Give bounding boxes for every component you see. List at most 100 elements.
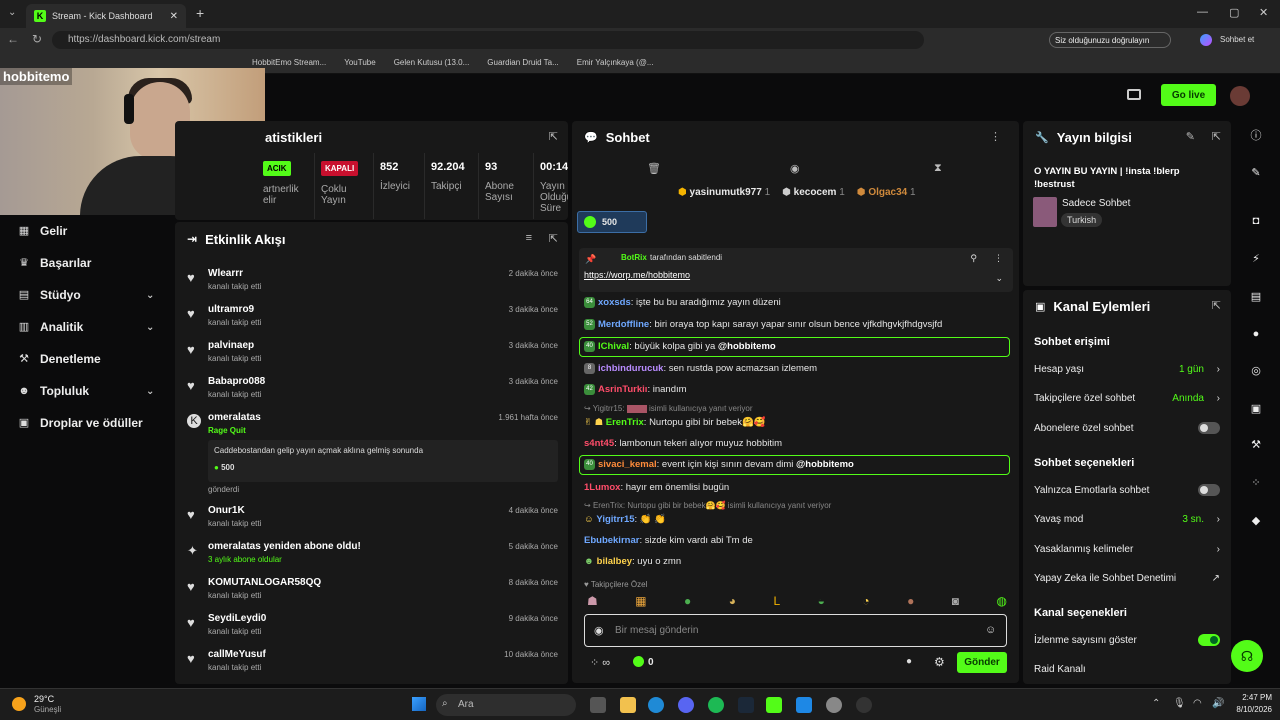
followers-only-row[interactable]: Takipçilere özel sohbet Anında › <box>1034 393 1222 404</box>
tab-list-icon[interactable]: ⌄ <box>8 7 16 18</box>
chat-username[interactable]: sivaci_kemal <box>598 459 657 470</box>
edge-icon[interactable] <box>648 697 664 713</box>
viewcount-toggle[interactable] <box>1198 634 1220 646</box>
emote-only-toggle[interactable] <box>1198 484 1220 496</box>
edit-icon[interactable]: ✎ <box>1249 166 1263 180</box>
cast-icon[interactable] <box>1127 89 1141 100</box>
popout-icon[interactable]: ⇱ <box>549 130 558 143</box>
gifter-item[interactable]: ⬢ Olgac34 1 <box>857 187 916 198</box>
chat-message-input[interactable]: Bir mesaj gönderin <box>584 614 1007 647</box>
pinned-link[interactable]: https://worp.me/hobbitemo <box>584 270 690 280</box>
spotify-icon[interactable] <box>708 697 724 713</box>
banned-words-row[interactable]: Yasaklanmış kelimeler › <box>1034 544 1222 555</box>
discord-icon[interactable] <box>678 697 694 713</box>
kicks-bar[interactable]: 500 <box>577 211 647 233</box>
trash-icon[interactable]: 🗑 <box>647 162 661 175</box>
sidebar-item-studio[interactable]: ▤ Stüdyo ⌄ <box>0 279 172 311</box>
gifter-item[interactable]: ⬢ yasinumutk977 1 <box>678 187 770 198</box>
go-live-button[interactable]: Go live <box>1161 84 1216 106</box>
camera-icon[interactable]: ◘ <box>1249 214 1263 228</box>
hourglass-icon[interactable]: ⧗ <box>934 162 942 175</box>
window-close-icon[interactable]: ✕ <box>1259 6 1268 19</box>
raid-row[interactable]: Raid Kanalı <box>1034 664 1222 675</box>
browser-tab-kick[interactable]: K Stream - Kick Dashboard ✕ <box>26 4 186 28</box>
tray-chevron-up-icon[interactable]: ⌃ <box>1152 698 1160 709</box>
bookmark-item[interactable]: Emir Yalçınkaya (@... <box>577 58 654 67</box>
more-options-icon[interactable]: ⋮ <box>990 130 1001 143</box>
weather-temp[interactable]: 29°C <box>34 694 54 704</box>
sidebar-item-drops[interactable]: ▣ Droplar ve ödüller <box>0 407 172 439</box>
popout-icon[interactable]: ⇱ <box>549 232 558 245</box>
windows-start-icon[interactable] <box>412 697 426 711</box>
sidebar-item-analytics[interactable]: ▥ Analitik ⌄ <box>0 311 172 343</box>
taskbar-search[interactable]: Ara <box>436 694 576 716</box>
wifi-icon[interactable]: ◠ <box>1193 698 1202 709</box>
chat-username[interactable]: ErenTrix <box>606 417 644 428</box>
chat-username[interactable]: xoxsds <box>598 297 631 308</box>
popout-icon[interactable]: ⇱ <box>1212 130 1221 143</box>
send-button[interactable]: Gönder <box>957 652 1007 673</box>
popout-icon[interactable]: ⇱ <box>1212 299 1221 312</box>
more-options-icon[interactable]: ⋮ <box>994 253 1003 264</box>
gifter-item[interactable]: ⬢ kecocem 1 <box>782 187 845 198</box>
emote-icon[interactable]: ● <box>684 594 691 612</box>
emote-icon[interactable]: ◔ <box>862 594 869 612</box>
lightning-icon[interactable]: ⚡ <box>1249 252 1263 266</box>
emote-icon[interactable]: ▦ <box>635 594 646 612</box>
filter-icon[interactable]: ≡ <box>526 232 532 244</box>
account-age-row[interactable]: Hesap yaşı 1 gün › <box>1034 364 1222 375</box>
chat-username[interactable]: ichbindurucuk <box>598 363 663 374</box>
emote-icon[interactable]: ◕ <box>729 594 736 612</box>
slow-mode-row[interactable]: Yavaş mod 3 sn. › <box>1034 514 1222 525</box>
unpin-icon[interactable]: ⚲ <box>970 253 977 264</box>
chat-username[interactable]: s4nt45 <box>584 438 614 449</box>
sidebar-item-moderation[interactable]: ⚒ Denetleme <box>0 343 172 375</box>
bookmark-item[interactable]: Guardian Druid Ta... <box>487 58 558 67</box>
kick-app-icon[interactable] <box>766 697 782 713</box>
document-icon[interactable]: ▤ <box>1249 290 1263 304</box>
chat-bubble-icon[interactable]: ● <box>906 656 912 667</box>
tab-close-icon[interactable]: ✕ <box>170 11 178 22</box>
copilot-icon[interactable] <box>1200 34 1212 46</box>
broadcast-icon[interactable]: ◎ <box>1249 364 1263 378</box>
minimize-icon[interactable]: — <box>1197 6 1208 18</box>
shield-icon[interactable]: ◆ <box>1249 514 1263 528</box>
layout-icon[interactable]: ▣ <box>1249 402 1263 416</box>
chat-username[interactable]: IChival <box>598 341 629 352</box>
file-explorer-icon[interactable] <box>620 697 636 713</box>
new-tab-icon[interactable]: + <box>196 5 204 21</box>
category-thumbnail[interactable] <box>1033 197 1057 227</box>
task-view-icon[interactable] <box>590 697 606 713</box>
wrench-icon[interactable]: ⚒ <box>1249 438 1263 452</box>
emote-icon[interactable]: ◙ <box>952 594 959 612</box>
settings-gear-icon[interactable]: ⚙ <box>934 655 945 669</box>
chat-username[interactable]: Merdoffline <box>598 319 649 330</box>
bookmark-item[interactable]: HobbitEmo Stream... <box>252 58 326 67</box>
chat-username[interactable]: 1Lumox <box>584 482 620 493</box>
emote-icon[interactable]: ◒ <box>818 594 825 612</box>
user-avatar[interactable] <box>1230 86 1250 106</box>
chat-icon[interactable]: ● <box>1249 327 1263 341</box>
copilot-label[interactable]: Sohbet et <box>1220 35 1254 44</box>
subs-only-toggle[interactable] <box>1198 422 1220 434</box>
reload-icon[interactable]: ↻ <box>26 32 48 46</box>
settings-icon[interactable] <box>826 697 842 713</box>
clock-time[interactable]: 2:47 PM <box>1222 693 1272 702</box>
verify-identity-button[interactable]: Siz olduğunuzu doğrulayın <box>1049 32 1171 48</box>
emote-icon[interactable]: ☗ <box>587 594 598 612</box>
url-field[interactable]: https://dashboard.kick.com/stream <box>52 31 924 49</box>
notepad-icon[interactable] <box>796 697 812 713</box>
share-icon[interactable]: ⁘ <box>1249 476 1263 490</box>
back-icon[interactable]: ← <box>2 32 24 46</box>
sidebar-item-revenue[interactable]: ▦ Gelir <box>0 215 172 247</box>
info-icon[interactable]: ⓘ <box>1249 129 1263 143</box>
sidebar-item-community[interactable]: ☻ Topluluk ⌄ <box>0 375 172 407</box>
chevron-down-icon[interactable]: ⌄ <box>995 273 1003 284</box>
chat-username[interactable]: Ebubekirnar <box>584 535 639 546</box>
sidebar-item-achievements[interactable]: ♛ Başarılar <box>0 247 172 279</box>
stream-category[interactable]: Sadece Sohbet <box>1062 198 1130 209</box>
chat-username[interactable]: Yigitrr15 <box>596 514 634 525</box>
chat-username[interactable]: bilalbey <box>597 556 632 567</box>
bookmark-item[interactable]: Gelen Kutusu (13.0... <box>394 58 470 67</box>
emoji-picker-icon[interactable]: ☺ <box>985 624 996 636</box>
